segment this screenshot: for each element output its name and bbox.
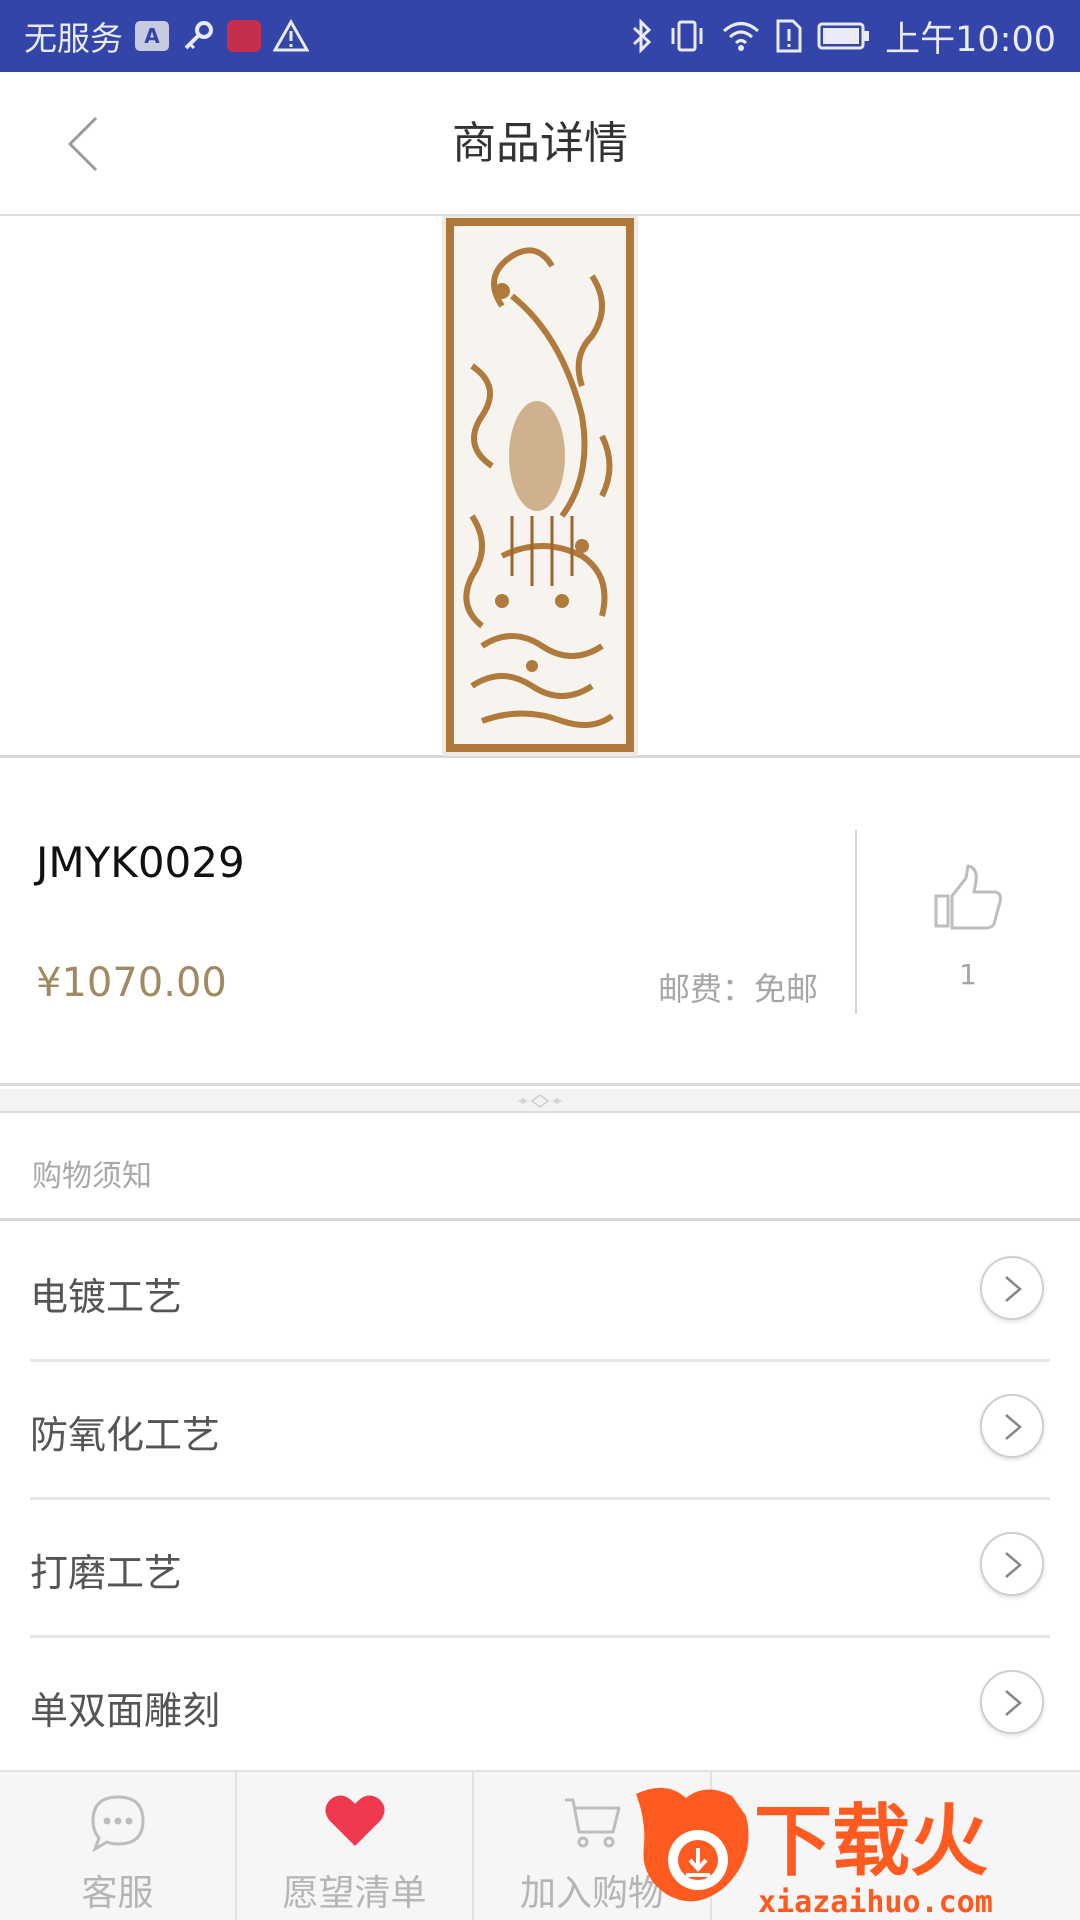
chat-icon (87, 1792, 149, 1858)
watermark-url: xiazaihuo.com (758, 1885, 993, 1920)
like-count: 1 (959, 958, 977, 991)
list-item-label: 打磨工艺 (30, 1551, 183, 1595)
list-item-polishing[interactable]: 打磨工艺 (30, 1500, 1050, 1638)
key-icon (181, 19, 215, 53)
chevron-right-icon[interactable] (980, 1532, 1044, 1596)
section-separator (0, 1089, 1080, 1113)
vertical-divider (855, 830, 857, 1014)
status-bar: 无服务 A 上午10:00 (0, 0, 1080, 72)
product-image-area (0, 216, 1080, 758)
list-item-label: 防氧化工艺 (30, 1413, 221, 1457)
shopping-notice-header: 购物须知 (0, 1115, 1080, 1221)
status-time: 上午10:00 (885, 19, 1056, 60)
list-item-engraving[interactable]: 单双面雕刻 (30, 1638, 1050, 1776)
cart-icon (561, 1792, 623, 1858)
process-list: 电镀工艺 防氧化工艺 打磨工艺 单双面雕刻 (0, 1224, 1080, 1776)
thumbs-up-icon (934, 864, 1002, 930)
bluetooth-icon (631, 18, 653, 54)
customer-service-tab[interactable]: 客服 (0, 1772, 235, 1920)
list-item-label: 单双面雕刻 (30, 1689, 221, 1733)
heart-icon (323, 1792, 387, 1852)
watermark-title: 下载火 (754, 1797, 988, 1887)
product-info: JMYK0029 ¥1070.00 邮费：免邮 1 (0, 760, 1080, 1086)
xiazaihuo-watermark-logo: 下载火 xiazaihuo.com (636, 1776, 1080, 1920)
app-icon (227, 20, 261, 52)
chevron-right-icon[interactable] (980, 1670, 1044, 1734)
like-button[interactable] (932, 862, 1004, 934)
a-icon: A (135, 21, 169, 51)
wishlist-tab[interactable]: 愿望清单 (237, 1772, 472, 1920)
battery-icon (817, 20, 871, 52)
carrier-text: 无服务 (24, 19, 123, 58)
status-right: 上午10:00 (631, 0, 1056, 72)
product-image[interactable] (442, 216, 638, 756)
warning-icon (273, 19, 309, 53)
shipping-fee: 邮费：免邮 (657, 970, 818, 1008)
chevron-right-icon[interactable] (980, 1256, 1044, 1320)
product-sku: JMYK0029 (36, 838, 245, 887)
tab-label: 客服 (81, 1873, 154, 1914)
diamond-ornament-icon (518, 1094, 562, 1108)
list-item-label: 电镀工艺 (30, 1275, 183, 1319)
status-left: 无服务 A (24, 0, 309, 72)
carved-peacock-panel-image (442, 216, 638, 756)
list-item-anti-oxidation[interactable]: 防氧化工艺 (30, 1362, 1050, 1500)
wifi-icon (721, 18, 761, 54)
tab-label: 愿望清单 (282, 1873, 427, 1914)
nav-bar: 商品详情 (0, 72, 1080, 216)
sim-alert-icon (775, 18, 803, 54)
list-item-electroplating[interactable]: 电镀工艺 (30, 1224, 1050, 1362)
page-title: 商品详情 (452, 118, 628, 169)
product-price: ¥1070.00 (36, 960, 227, 1006)
chevron-right-icon[interactable] (980, 1394, 1044, 1458)
shopping-notice-title: 购物须知 (32, 1159, 152, 1194)
vibrate-icon (667, 18, 707, 54)
